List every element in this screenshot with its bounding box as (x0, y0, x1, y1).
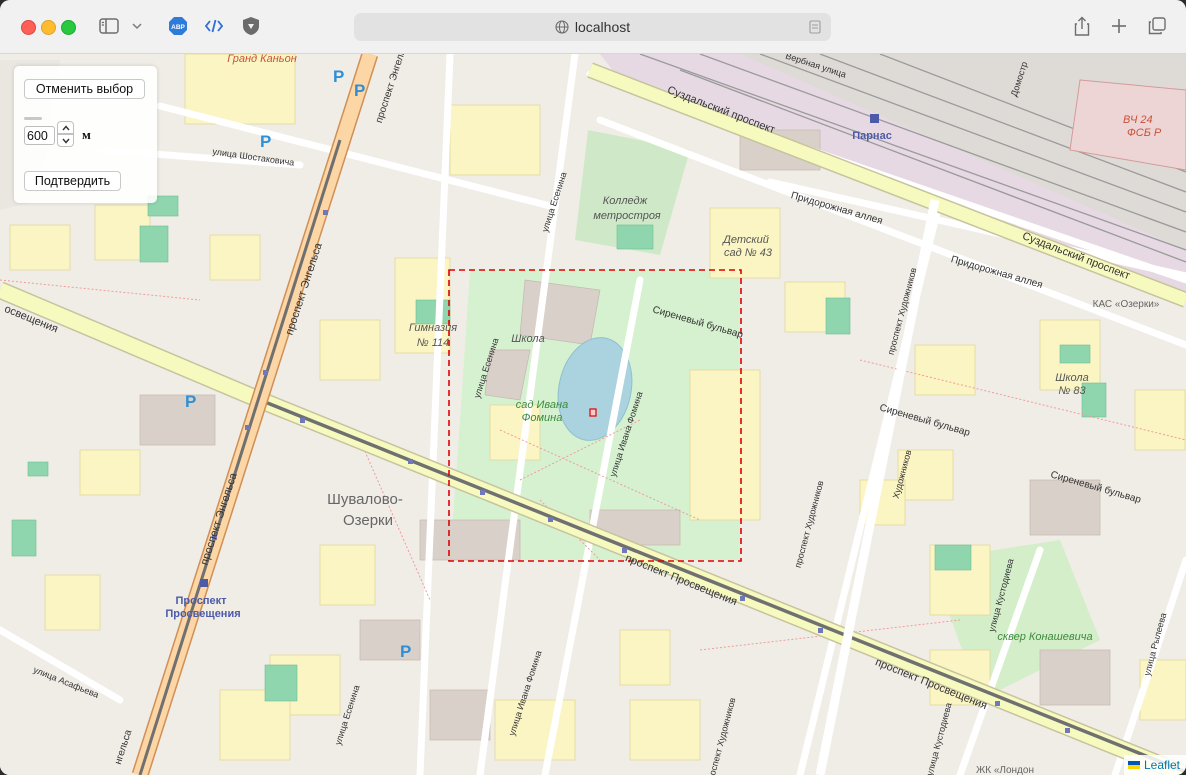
increment-icon[interactable] (57, 121, 74, 134)
tabs-overview-icon[interactable] (1146, 14, 1168, 38)
map-label: КАС «Озерки» (1093, 299, 1160, 310)
radius-unit-label: м (82, 127, 91, 142)
parking-icon: P (185, 392, 196, 411)
decrement-icon[interactable] (57, 134, 74, 147)
map-label: Проспект (176, 595, 228, 607)
radius-input[interactable] (24, 126, 55, 145)
maximize-window-button[interactable] (61, 20, 76, 35)
address-bar[interactable]: localhost (354, 13, 831, 41)
map-label: метростроя (593, 210, 660, 222)
map-label: сквер Конашевича (997, 631, 1092, 643)
center-marker[interactable] (589, 408, 597, 417)
map-label: Фомина (522, 412, 563, 424)
map-attribution[interactable]: Leaflet (1123, 755, 1186, 775)
map-tiles: Гранд Каньон Парнас Суздальский проспект… (0, 54, 1186, 775)
browser-toolbar: ABP localhost (0, 0, 1186, 54)
map-label: Школа (511, 333, 545, 345)
metro-marker-parnas (870, 114, 879, 123)
new-tab-icon[interactable] (1108, 14, 1130, 38)
map-label: ЖК «Лондон (976, 765, 1034, 775)
map-label: Гимназия (409, 322, 457, 334)
parking-icon: P (260, 132, 271, 151)
radius-stepper[interactable] (57, 121, 74, 148)
ukraine-flag-icon (1127, 761, 1140, 769)
parking-icon: P (354, 81, 365, 100)
sidebar-icon[interactable] (97, 14, 121, 38)
adblock-extension-icon[interactable]: ABP (166, 14, 190, 38)
adblock-label: ABP (171, 24, 185, 31)
close-window-button[interactable] (21, 20, 36, 35)
map-label: Детский (721, 234, 769, 246)
map-label: сад Ивана (516, 399, 568, 411)
parking-icon: P (333, 67, 344, 86)
map-label: ВЧ 24 (1123, 114, 1153, 126)
map-label: Школа (1055, 372, 1089, 384)
map-label: Озерки (343, 512, 393, 529)
map-label: ФСБ Р (1127, 127, 1162, 139)
parking-icon: P (400, 642, 411, 661)
map-label: Парнас (852, 130, 892, 142)
metro-marker-prosveshcheniya (200, 579, 208, 587)
browser-window: ABP localhost Гранд Каньон Парнас Суздал… (0, 0, 1186, 775)
map-label: Гранд Каньон (227, 54, 297, 65)
map-label: сад № 43 (724, 247, 773, 259)
globe-icon (555, 20, 569, 34)
cancel-selection-button[interactable]: Отменить выбор (24, 79, 145, 99)
reader-icon[interactable] (809, 20, 821, 34)
shield-icon[interactable] (240, 14, 262, 38)
map-label: Колледж (603, 195, 648, 207)
radius-slider-track[interactable] (24, 117, 42, 120)
map-label: Просвещения (165, 608, 240, 620)
map-label: № 114 (417, 337, 450, 349)
chevron-down-icon[interactable] (130, 14, 144, 38)
map-label: № 83 (1058, 385, 1086, 397)
share-icon[interactable] (1071, 14, 1093, 38)
confirm-button[interactable]: Подтвердить (24, 171, 121, 191)
map-label: Шувалово- (327, 491, 403, 508)
code-extension-icon[interactable] (203, 14, 225, 38)
map-view[interactable]: Гранд Каньон Парнас Суздальский проспект… (0, 54, 1186, 775)
url-text: localhost (574, 19, 631, 35)
minimize-window-button[interactable] (41, 20, 56, 35)
leaflet-link[interactable]: Leaflet (1144, 758, 1180, 772)
